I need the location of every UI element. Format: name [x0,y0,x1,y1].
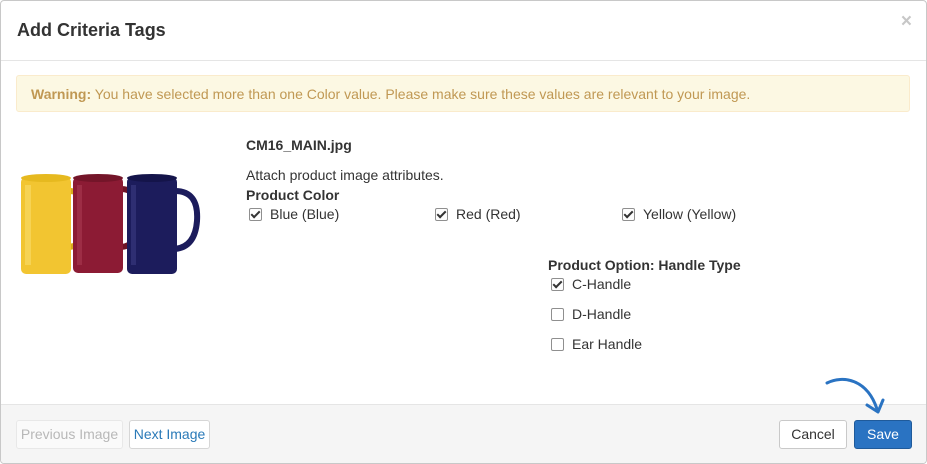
checkbox-yellow[interactable]: Yellow (Yellow) [622,206,736,222]
warning-message: You have selected more than one Color va… [91,86,751,102]
attributes-description: Attach product image attributes. [246,167,444,183]
dialog-title: Add Criteria Tags [17,20,166,40]
checkbox-red-label: Red (Red) [456,206,521,222]
dialog-header: Add Criteria Tags × [1,1,926,61]
checkbox-yellow-label: Yellow (Yellow) [643,206,737,222]
checkbox-ear-handle-label: Ear Handle [572,336,643,352]
cancel-button[interactable]: Cancel [779,420,847,449]
checkbox-yellow-box[interactable] [622,207,635,221]
checkbox-red[interactable]: Red (Red) [435,206,521,222]
checkbox-red-box[interactable] [435,207,448,221]
checkbox-d-handle-label: D-Handle [572,306,632,322]
image-filename: CM16_MAIN.jpg [246,137,352,153]
checkbox-blue-label: Blue (Blue) [270,206,340,222]
checkbox-d-handle[interactable]: D-Handle [551,306,631,322]
checkbox-blue[interactable]: Blue (Blue) [249,206,339,222]
checkbox-c-handle-label: C-Handle [572,276,632,292]
product-image [21,174,201,274]
checkbox-blue-box[interactable] [249,207,262,221]
checkbox-c-handle[interactable]: C-Handle [551,276,631,292]
add-criteria-tags-dialog: Add Criteria Tags × Warning: You have se… [0,0,927,464]
next-image-button[interactable]: Next Image [129,420,210,449]
previous-image-button[interactable]: Previous Image [16,420,123,449]
dialog-footer: Previous Image Next Image Cancel Save [1,404,926,463]
checkbox-d-handle-box[interactable] [551,307,564,321]
warning-label: Warning: [31,86,92,102]
arrow-annotation-icon [825,378,885,414]
checkbox-ear-handle-box[interactable] [551,337,564,351]
blue-mug [127,174,201,274]
close-icon[interactable]: × [901,12,912,32]
checkbox-c-handle-box[interactable] [551,277,564,291]
handle-type-label: Product Option: Handle Type [548,257,741,273]
warning-alert: Warning: You have selected more than one… [16,75,910,112]
save-button[interactable]: Save [854,420,912,449]
checkbox-ear-handle[interactable]: Ear Handle [551,336,642,352]
product-color-label: Product Color [246,187,340,203]
